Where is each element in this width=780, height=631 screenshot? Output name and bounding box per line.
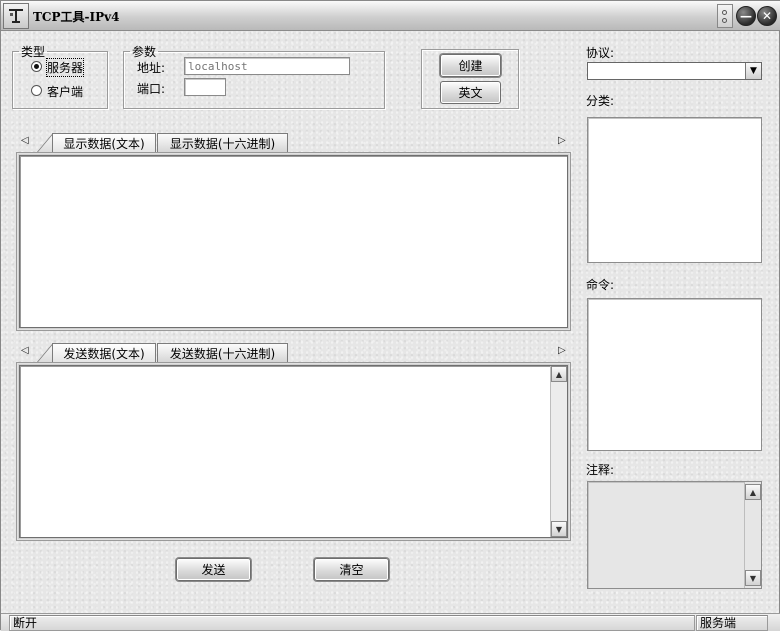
- comment-textarea[interactable]: ▲ ▼: [587, 481, 762, 589]
- status-mode: 服务端: [696, 615, 768, 631]
- clear-button[interactable]: 清空: [314, 558, 389, 581]
- status-bar: 断开 服务端: [1, 613, 780, 631]
- status-connection: 断开: [9, 615, 695, 631]
- chevron-down-icon[interactable]: ▼: [745, 63, 761, 79]
- send-tab-scroll-right-icon[interactable]: ▷: [558, 345, 566, 356]
- tab-send-hex[interactable]: 发送数据(十六进制): [157, 343, 288, 362]
- send-tab-scroll-left-icon[interactable]: ◁: [21, 345, 29, 356]
- comment-scroll-up-icon[interactable]: ▲: [745, 484, 761, 500]
- params-groupbox: 参数: [123, 43, 385, 109]
- tool-icon[interactable]: [3, 3, 29, 29]
- app-window: TCP工具-IPv4 — ✕ 类型 服务器 客户端 参数 地址: 端口: 创建 …: [0, 0, 780, 631]
- comment-scrollbar[interactable]: ▲ ▼: [744, 482, 761, 588]
- server-radio-label[interactable]: 服务器: [45, 58, 85, 77]
- port-input[interactable]: [184, 78, 226, 96]
- port-label: 端口:: [137, 82, 166, 96]
- command-list[interactable]: [587, 298, 762, 451]
- close-button[interactable]: ✕: [757, 6, 777, 26]
- tab-scroll-right-icon[interactable]: ▷: [558, 135, 566, 146]
- address-input[interactable]: [184, 57, 350, 75]
- protocol-select[interactable]: ▼: [587, 62, 762, 80]
- comment-scroll-down-icon[interactable]: ▼: [745, 570, 761, 586]
- title-bar[interactable]: TCP工具-IPv4 — ✕: [1, 1, 780, 31]
- minimize-button[interactable]: —: [736, 6, 756, 26]
- send-scrollbar[interactable]: ▲ ▼: [550, 366, 567, 537]
- send-button[interactable]: 发送: [176, 558, 251, 581]
- menu-grip-icon[interactable]: [717, 4, 733, 28]
- window-title: TCP工具-IPv4: [33, 10, 120, 24]
- command-label: 命令:: [586, 278, 615, 292]
- send-textarea[interactable]: ▲ ▼: [19, 365, 568, 538]
- comment-label: 注释:: [586, 463, 615, 477]
- protocol-label: 协议:: [586, 46, 615, 60]
- category-list[interactable]: [587, 117, 762, 263]
- address-label: 地址:: [137, 61, 166, 75]
- english-button[interactable]: 英文: [440, 81, 501, 104]
- client-radio-label[interactable]: 客户端: [47, 83, 83, 100]
- scroll-down-icon[interactable]: ▼: [551, 521, 567, 537]
- display-textarea[interactable]: [19, 155, 568, 328]
- tab-display-hex[interactable]: 显示数据(十六进制): [157, 133, 288, 152]
- params-legend: 参数: [132, 45, 157, 59]
- tab-send-text[interactable]: 发送数据(文本): [52, 343, 156, 362]
- client-radio[interactable]: [31, 85, 42, 96]
- create-button[interactable]: 创建: [440, 54, 501, 77]
- scroll-up-icon[interactable]: ▲: [551, 366, 567, 382]
- tab-scroll-left-icon[interactable]: ◁: [21, 135, 29, 146]
- type-legend: 类型: [21, 45, 46, 59]
- server-radio[interactable]: [31, 61, 42, 72]
- tab-display-text[interactable]: 显示数据(文本): [52, 133, 156, 152]
- category-label: 分类:: [586, 94, 615, 108]
